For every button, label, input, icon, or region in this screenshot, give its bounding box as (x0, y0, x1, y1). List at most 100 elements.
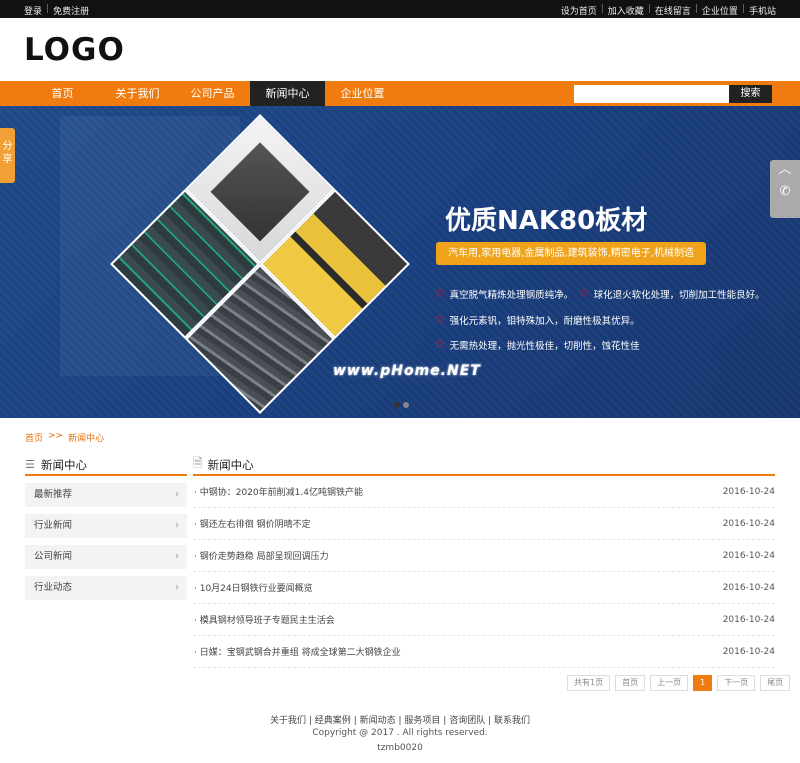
footer-link-cases[interactable]: 经典案例 (315, 716, 351, 726)
register-link[interactable]: 免费注册 (53, 4, 89, 17)
search-input[interactable] (574, 85, 729, 103)
footer-links: 关于我们 | 经典案例 | 新闻动态 | 服务项目 | 咨询团队 | 联系我们 (0, 713, 800, 726)
news-row-title[interactable]: · 钢价走势趋稳 局部呈现回调压力 (193, 549, 329, 562)
login-link[interactable]: 登录 (24, 4, 42, 17)
top-bar-right: 设为首页 | 加入收藏 | 在线留言 | 企业位置 | 手机站 (561, 4, 776, 17)
feature-item: ☆ 强化元素钒，钼特殊加入，耐磨性极其优异。 (434, 312, 640, 327)
news-row-date: 2016-10-24 (722, 614, 775, 625)
hero-banner[interactable]: 优质NAK80板材 汽车用,家用电器,金属制品,建筑装饰,精密电子,机械制造 ☆… (0, 106, 800, 418)
breadcrumb-current[interactable]: 新闻中心 (68, 431, 104, 444)
news-row[interactable]: · 日媒：宝钢武钢合并重组 将成全球第二大钢铁企业 2016-10-24 (193, 636, 775, 668)
nav-item-home[interactable]: 首页 (25, 81, 100, 106)
set-homepage-link[interactable]: 设为首页 (561, 4, 597, 17)
sidebar-item-label: 公司新闻 (34, 551, 73, 562)
separator: | (600, 4, 604, 14)
feature-text: 球化退火软化处理，切削加工性能良好。 (593, 289, 765, 301)
news-row-date: 2016-10-24 (722, 550, 775, 561)
breadcrumb-home[interactable]: 首页 (25, 431, 43, 444)
sidebar-item-industry-news[interactable]: 行业新闻 › (25, 514, 187, 538)
separator: | (694, 4, 698, 14)
news-row[interactable]: · 钢价走势趋稳 局部呈现回调压力 2016-10-24 (193, 540, 775, 572)
online-message-link[interactable]: 在线留言 (655, 4, 691, 17)
feature-text: 无需热处理，抛光性极佳，切削性，蚀花性佳 (449, 340, 640, 352)
side-toolbar: ︿ ✆ (770, 160, 800, 218)
feature-text: 真空脱气精炼处理钢质纯净。 (449, 289, 574, 301)
sidebar-item-industry-trends[interactable]: 行业动态 › (25, 576, 187, 600)
pagination-total: 共有1页 (567, 675, 611, 691)
news-row-date: 2016-10-24 (722, 518, 775, 529)
main-nav: 首页 关于我们 公司产品 新闻中心 企业位置 搜索 (0, 81, 800, 106)
sidebar-item-label: 行业新闻 (34, 520, 73, 531)
sidebar-menu: 最新推荐 › 行业新闻 › 公司新闻 › 行业动态 › (25, 483, 187, 607)
news-row[interactable]: · 钢还左右徘徊 钢价阴晴不定 2016-10-24 (193, 508, 775, 540)
footer-link-services[interactable]: 服务项目 (404, 716, 440, 726)
company-location-link[interactable]: 企业位置 (702, 4, 738, 17)
document-icon: 🗎 (193, 456, 203, 470)
sidebar-item-label: 行业动态 (34, 582, 73, 593)
sidebar-item-latest[interactable]: 最新推荐 › (25, 483, 187, 507)
banner-tagline: 汽车用,家用电器,金属制品,建筑装饰,精密电子,机械制造 (436, 242, 706, 265)
nav-items: 首页 关于我们 公司产品 新闻中心 企业位置 (25, 81, 400, 106)
site-watermark: www.pHome.NET (333, 363, 481, 379)
footer-link-news[interactable]: 新闻动态 (360, 716, 396, 726)
slider-dot[interactable] (394, 402, 400, 408)
chevron-right-icon: › (175, 551, 179, 562)
feature-item: ☆ 真空脱气精炼处理钢质纯净。 (434, 286, 573, 301)
news-header: 🗎 新闻中心 (193, 455, 775, 476)
star-icon: ☆ (578, 286, 590, 301)
add-favorite-link[interactable]: 加入收藏 (608, 4, 644, 17)
sidebar-item-label: 最新推荐 (34, 489, 73, 500)
pagination-first-button[interactable]: 首页 (615, 675, 646, 691)
separator: | (46, 4, 50, 14)
news-list: · 中钢协：2020年前削减1.4亿吨钢铁产能 2016-10-24 · 钢还左… (193, 476, 775, 668)
star-icon: ☆ (434, 337, 446, 352)
share-tab[interactable]: 分享 (0, 128, 15, 183)
news-row[interactable]: · 中钢协：2020年前削减1.4亿吨钢铁产能 2016-10-24 (193, 476, 775, 508)
slider-dot[interactable] (403, 402, 409, 408)
chevron-right-icon: › (175, 489, 179, 500)
breadcrumb-separator: >> (48, 431, 64, 441)
nav-item-location[interactable]: 企业位置 (325, 81, 400, 106)
pagination-next-button[interactable]: 下一页 (717, 675, 756, 691)
footer-link-contact[interactable]: 联系我们 (494, 716, 530, 726)
star-icon: ☆ (434, 286, 446, 301)
chevron-right-icon: › (175, 582, 179, 593)
news-row-title[interactable]: · 日媒：宝钢武钢合并重组 将成全球第二大钢铁企业 (193, 645, 401, 658)
banner-title: 优质NAK80板材 (445, 206, 648, 236)
slider-dots (394, 402, 409, 408)
mobile-site-link[interactable]: 手机站 (749, 4, 776, 17)
site-logo[interactable]: LOGO (24, 32, 125, 68)
news-row-title[interactable]: · 钢还左右徘徊 钢价阴晴不定 (193, 517, 311, 530)
news-row[interactable]: · 10月24日钢铁行业要闻概览 2016-10-24 (193, 572, 775, 604)
list-icon: ☰ (25, 458, 35, 471)
pagination-prev-button[interactable]: 上一页 (650, 675, 689, 691)
chevron-up-icon[interactable]: ︿ (770, 160, 800, 180)
nav-item-news[interactable]: 新闻中心 (250, 81, 325, 106)
feature-item: ☆ 球化退火软化处理，切削加工性能良好。 (578, 286, 765, 301)
sidebar-header: ☰ 新闻中心 (25, 455, 187, 476)
breadcrumb: 首页 >> 新闻中心 (25, 431, 104, 444)
top-bar-left: 登录 | 免费注册 (24, 4, 89, 17)
feature-text: 强化元素钒，钼特殊加入，耐磨性极其优异。 (449, 315, 640, 327)
news-row-date: 2016-10-24 (722, 582, 775, 593)
star-icon: ☆ (434, 312, 446, 327)
nav-item-about[interactable]: 关于我们 (100, 81, 175, 106)
news-row-date: 2016-10-24 (722, 486, 775, 497)
feature-item: ☆ 无需热处理，抛光性极佳，切削性，蚀花性佳 (434, 337, 640, 352)
news-row-title[interactable]: · 模具钢材领导班子专题民主生活会 (193, 613, 335, 626)
nav-item-products[interactable]: 公司产品 (175, 81, 250, 106)
pagination-current-page[interactable]: 1 (693, 675, 713, 691)
search-button[interactable]: 搜索 (729, 85, 772, 103)
footer-link-team[interactable]: 咨询团队 (449, 716, 485, 726)
news-row-title[interactable]: · 10月24日钢铁行业要闻概览 (193, 581, 313, 594)
top-bar: 登录 | 免费注册 设为首页 | 加入收藏 | 在线留言 | 企业位置 | 手机… (0, 0, 800, 18)
phone-icon[interactable]: ✆ (770, 180, 800, 204)
footer-link-about[interactable]: 关于我们 (270, 716, 306, 726)
news-row-title[interactable]: · 中钢协：2020年前削减1.4亿吨钢铁产能 (193, 485, 363, 498)
pagination: 共有1页 首页 上一页 1 下一页 尾页 (567, 675, 791, 691)
pagination-last-button[interactable]: 尾页 (760, 675, 791, 691)
sidebar-item-company-news[interactable]: 公司新闻 › (25, 545, 187, 569)
sidebar-title: 新闻中心 (41, 457, 87, 472)
news-row[interactable]: · 模具钢材领导班子专题民主生活会 2016-10-24 (193, 604, 775, 636)
footer-copyright: Copyright @ 2017 . All rights reserved. (312, 728, 488, 738)
